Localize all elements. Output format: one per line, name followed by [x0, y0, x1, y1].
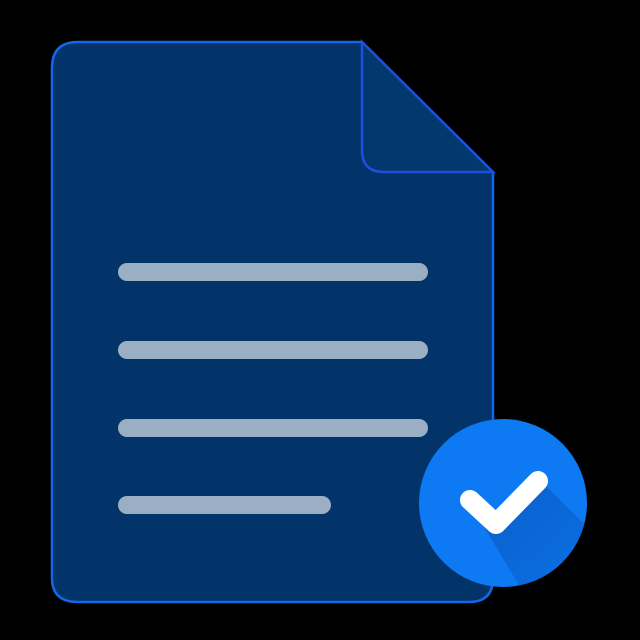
document-verified-icon	[50, 38, 587, 604]
document-fold-corner	[360, 38, 497, 174]
icon-canvas	[0, 0, 640, 640]
